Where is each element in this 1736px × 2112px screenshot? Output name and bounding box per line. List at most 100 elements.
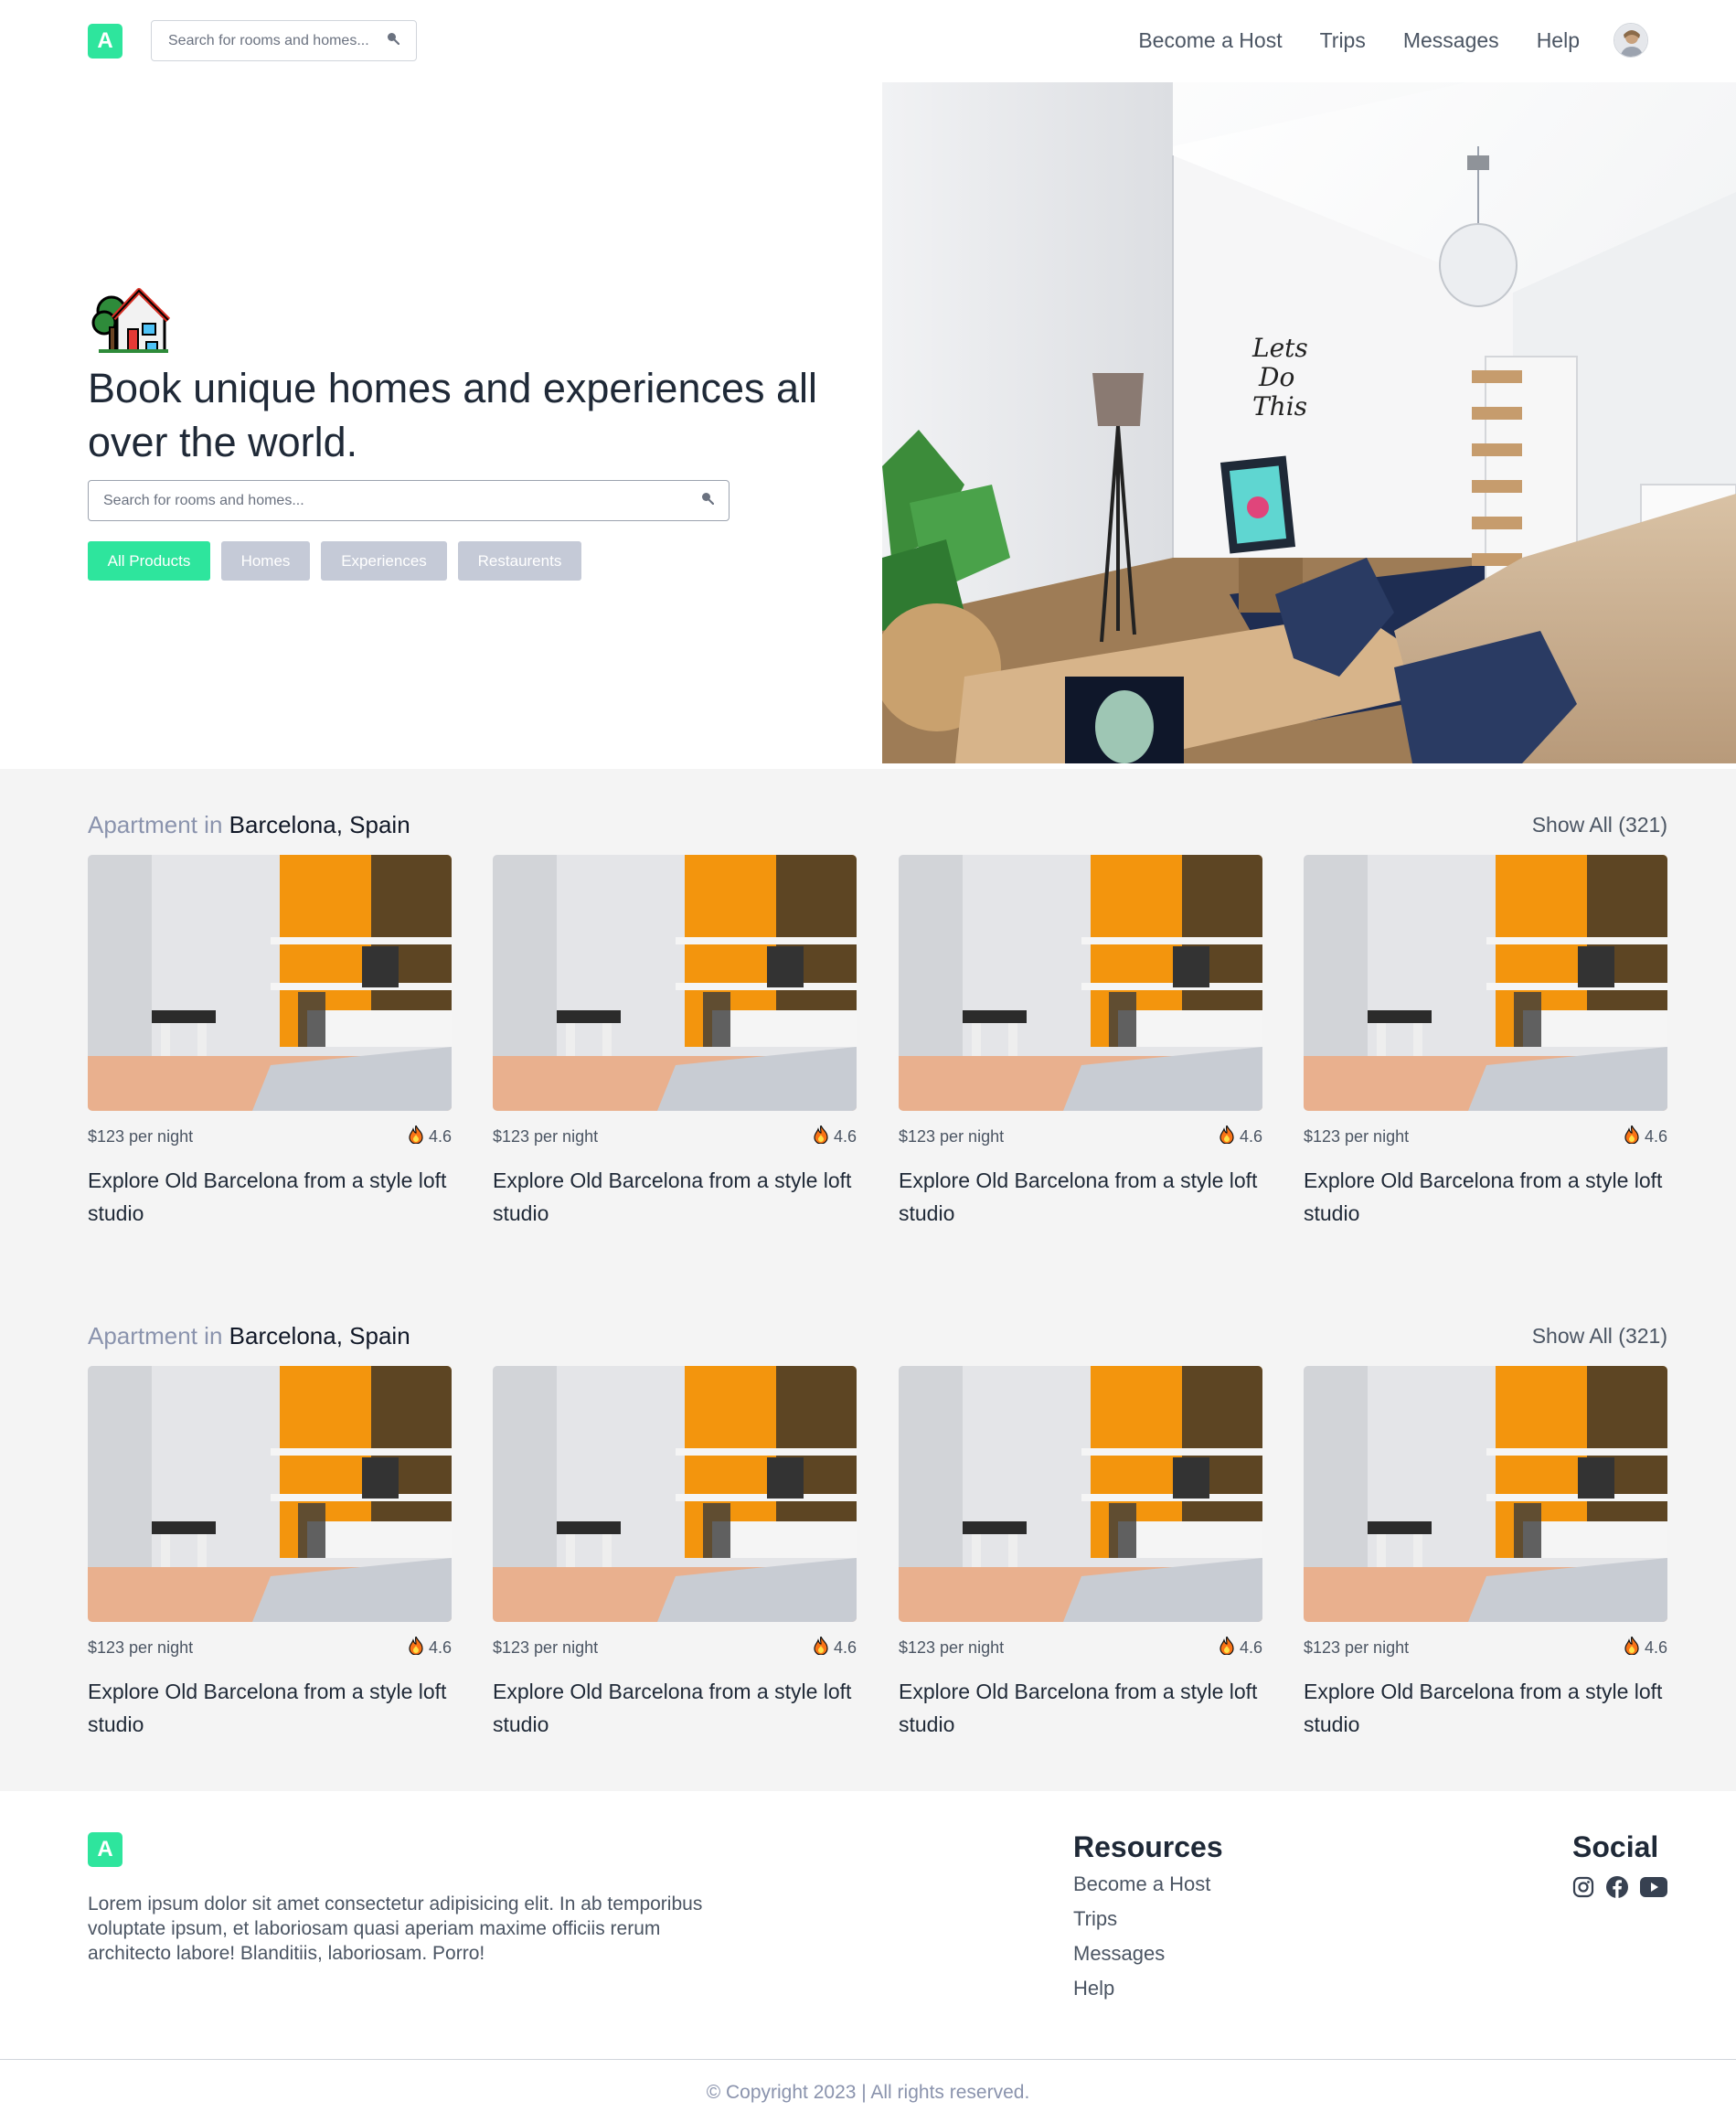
nav-become-host[interactable]: Become a Host <box>1138 28 1282 53</box>
rating-value: 4.6 <box>1239 1638 1262 1657</box>
listing-image[interactable] <box>899 1366 1262 1622</box>
footer-link-help[interactable]: Help <box>1073 1976 1223 2001</box>
search-icon[interactable] <box>701 492 715 509</box>
listing-image[interactable] <box>1304 1366 1667 1622</box>
footer-social: Social <box>1572 1830 1667 1899</box>
hero-image: Lets Do This <box>882 82 1736 763</box>
listing-rating: 4.6 <box>814 1635 857 1659</box>
avatar[interactable] <box>1614 23 1648 58</box>
listing-title[interactable]: Explore Old Barcelona from a style loft … <box>88 1164 452 1230</box>
rating-value: 4.6 <box>833 1638 857 1657</box>
section-title: Apartment in Barcelona, Spain <box>88 1322 410 1350</box>
filter-all-products[interactable]: All Products <box>88 541 210 581</box>
listing-price: $123 per night <box>88 1638 194 1657</box>
listing-meta: $123 per night 4.6 <box>1304 1635 1667 1660</box>
listing-meta: $123 per night 4.6 <box>88 1635 452 1660</box>
listing-image[interactable] <box>1304 855 1667 1111</box>
listing-image[interactable] <box>88 855 452 1111</box>
fire-icon <box>1219 1124 1234 1148</box>
listing-price: $123 per night <box>88 1127 194 1146</box>
listing-card[interactable]: $123 per night 4.6 Explore Old Barcelona… <box>88 1366 452 1741</box>
listing-card[interactable]: $123 per night 4.6 Explore Old Barcelona… <box>493 1366 857 1741</box>
listing-rating: 4.6 <box>814 1124 857 1148</box>
listing-meta: $123 per night 4.6 <box>1304 1124 1667 1149</box>
filter-chips: All Products Homes Experiences Restauren… <box>88 541 581 581</box>
fire-icon <box>1219 1635 1234 1659</box>
rating-value: 4.6 <box>1644 1638 1667 1657</box>
main-nav: Become a Host Trips Messages Help <box>1138 20 1648 60</box>
svg-text:This: This <box>1252 391 1307 421</box>
search-icon[interactable] <box>387 32 400 49</box>
footer-logo[interactable]: A <box>88 1832 122 1867</box>
social-icons <box>1572 1875 1667 1899</box>
fire-icon <box>409 1124 423 1148</box>
filter-homes[interactable]: Homes <box>221 541 310 581</box>
section-type: Apartment in <box>88 811 223 838</box>
facebook-icon[interactable] <box>1605 1875 1629 1899</box>
hero-title: Book unique homes and experiences all ov… <box>88 365 818 465</box>
section-location: Barcelona, Spain <box>229 811 410 838</box>
fire-icon <box>814 1124 828 1148</box>
footer-link-trips[interactable]: Trips <box>1073 1906 1223 1932</box>
youtube-icon[interactable] <box>1640 1877 1667 1897</box>
listing-card[interactable]: $123 per night 4.6 Explore Old Barcelona… <box>88 855 452 1230</box>
listing-card[interactable]: $123 per night 4.6 Explore Old Barcelona… <box>493 855 857 1230</box>
svg-text:Lets: Lets <box>1251 333 1308 363</box>
nav-help[interactable]: Help <box>1537 28 1580 53</box>
header-search-input[interactable] <box>168 32 387 49</box>
listing-image[interactable] <box>493 855 857 1111</box>
listing-meta: $123 per night 4.6 <box>899 1124 1262 1149</box>
listing-card[interactable]: $123 per night 4.6 Explore Old Barcelona… <box>1304 855 1667 1230</box>
rating-value: 4.6 <box>428 1638 452 1657</box>
listing-price: $123 per night <box>899 1638 1005 1657</box>
listing-rating: 4.6 <box>1624 1124 1667 1148</box>
section-type: Apartment in <box>88 1322 223 1349</box>
listing-title[interactable]: Explore Old Barcelona from a style loft … <box>1304 1675 1667 1741</box>
listing-title[interactable]: Explore Old Barcelona from a style loft … <box>493 1675 857 1741</box>
listing-card[interactable]: $123 per night 4.6 Explore Old Barcelona… <box>1304 1366 1667 1741</box>
footer-link-messages[interactable]: Messages <box>1073 1941 1223 1967</box>
svg-text:Do: Do <box>1258 362 1294 392</box>
logo[interactable]: A <box>88 24 122 59</box>
listing-title[interactable]: Explore Old Barcelona from a style loft … <box>493 1164 857 1230</box>
listing-title[interactable]: Explore Old Barcelona from a style loft … <box>1304 1164 1667 1230</box>
listing-price: $123 per night <box>493 1127 599 1146</box>
listing-card[interactable]: $123 per night 4.6 Explore Old Barcelona… <box>899 1366 1262 1741</box>
copyright: © Copyright 2023 | All rights reserved. <box>706 2082 1030 2103</box>
listing-meta: $123 per night 4.6 <box>88 1124 452 1149</box>
show-all-link[interactable]: Show All (321) <box>1532 813 1667 837</box>
listing-title[interactable]: Explore Old Barcelona from a style loft … <box>899 1675 1262 1741</box>
listing-image[interactable] <box>899 855 1262 1111</box>
filter-experiences[interactable]: Experiences <box>321 541 447 581</box>
nav-trips[interactable]: Trips <box>1320 28 1366 53</box>
fire-icon <box>1624 1124 1639 1148</box>
listing-card[interactable]: $123 per night 4.6 Explore Old Barcelona… <box>899 855 1262 1230</box>
listing-price: $123 per night <box>1304 1127 1410 1146</box>
footer-divider <box>0 2059 1736 2060</box>
listing-price: $123 per night <box>1304 1638 1410 1657</box>
footer-link-become-host[interactable]: Become a Host <box>1073 1872 1223 1897</box>
section-header: Apartment in Barcelona, Spain Show All (… <box>88 807 1667 844</box>
site-footer: A Lorem ipsum dolor sit amet consectetur… <box>0 1791 1736 2112</box>
rating-value: 4.6 <box>1239 1127 1262 1146</box>
rating-value: 4.6 <box>833 1127 857 1146</box>
listing-title[interactable]: Explore Old Barcelona from a style loft … <box>899 1164 1262 1230</box>
footer-about: Lorem ipsum dolor sit amet consectetur a… <box>88 1893 703 1964</box>
hero-search-input[interactable] <box>103 492 701 509</box>
listings: Apartment in Barcelona, Spain Show All (… <box>0 769 1736 1791</box>
instagram-icon[interactable] <box>1572 1876 1594 1898</box>
fire-icon <box>409 1635 423 1659</box>
listing-title[interactable]: Explore Old Barcelona from a style loft … <box>88 1675 452 1741</box>
fire-icon <box>814 1635 828 1659</box>
show-all-link[interactable]: Show All (321) <box>1532 1324 1667 1349</box>
listing-image[interactable] <box>88 1366 452 1622</box>
section-location: Barcelona, Spain <box>229 1322 410 1349</box>
listing-price: $123 per night <box>493 1638 599 1657</box>
resources-heading: Resources <box>1073 1830 1223 1863</box>
hero-search <box>88 480 730 521</box>
filter-restaurants[interactable]: Restaurents <box>458 541 581 581</box>
nav-messages[interactable]: Messages <box>1403 28 1499 53</box>
listing-image[interactable] <box>493 1366 857 1622</box>
fire-icon <box>1624 1635 1639 1659</box>
listing-rating: 4.6 <box>1219 1124 1262 1148</box>
